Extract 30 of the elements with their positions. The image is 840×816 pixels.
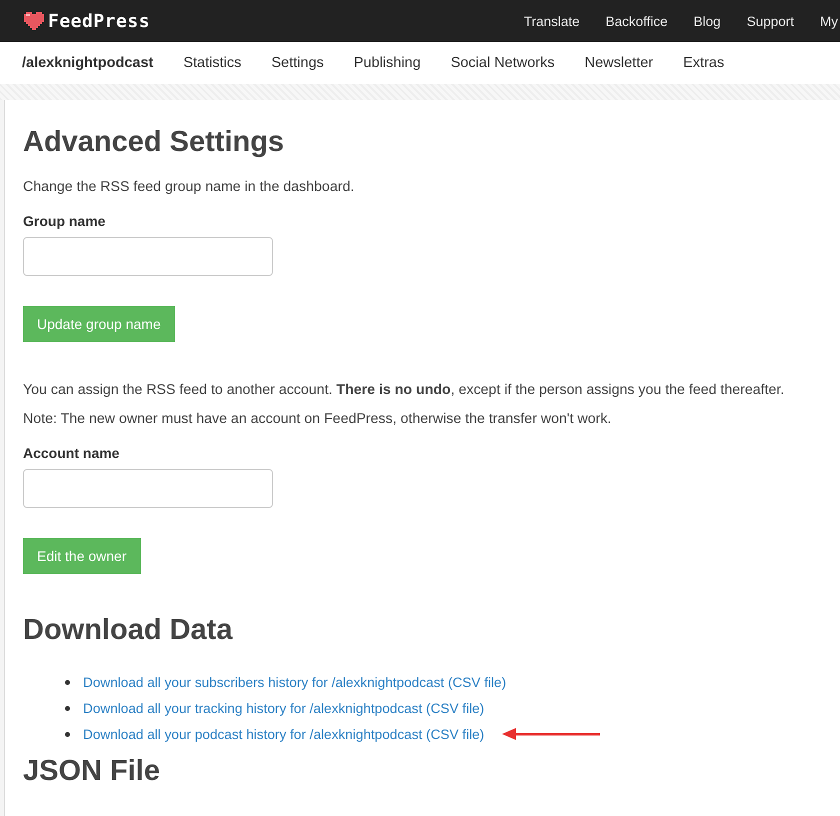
field-label: Group name	[23, 213, 106, 229]
nav-tab[interactable]: Statistics	[183, 55, 242, 71]
nav-link[interactable]: My	[820, 14, 838, 28]
input-field[interactable]	[23, 237, 273, 276]
download-link[interactable]: Download all your podcast history for /alexknightpodcast (CSV file)	[83, 726, 484, 742]
bullet-icon	[65, 680, 70, 684]
input-field[interactable]	[23, 469, 273, 508]
logo-text[interactable]: FeedPress	[48, 10, 150, 32]
feed-name-tab[interactable]: /alexknightpodcast	[22, 55, 154, 71]
paragraph: You can assign the RSS feed to another account. There is no undo, except if the person assigns you the feed thereafter.	[23, 382, 786, 398]
nav-tab[interactable]: Newsletter	[584, 55, 654, 71]
section-heading: JSON File	[23, 755, 161, 788]
nav-tab[interactable]: Social Networks	[450, 55, 555, 71]
field-label: Account name	[23, 445, 120, 461]
nav-link[interactable]: Support	[746, 14, 794, 28]
bullet-icon	[65, 732, 70, 736]
download-link[interactable]: Download all your tracking history for /alexknightpodcast (CSV file)	[83, 700, 484, 716]
section-heading: Download Data	[23, 614, 234, 647]
download-link[interactable]: Download all your subscribers history for /alexknightpodcast (CSV file)	[83, 674, 506, 690]
nav-tab[interactable]: Publishing	[354, 55, 421, 71]
page-title: Advanced Settings	[23, 126, 286, 159]
paragraph: Change the RSS feed group name in the dashboard.	[23, 179, 356, 195]
heart-icon	[24, 12, 44, 30]
nav-link[interactable]: Blog	[694, 14, 721, 28]
nav-tab[interactable]: Extras	[683, 55, 724, 71]
paragraph: Note: The new owner must have an account on FeedPress, otherwise the transfer won't work.	[23, 411, 612, 427]
nav-link[interactable]: Backoffice	[606, 14, 668, 28]
bullet-icon	[65, 706, 70, 710]
nav-tab[interactable]: Settings	[271, 55, 324, 71]
nav-link[interactable]: Translate	[524, 14, 580, 28]
